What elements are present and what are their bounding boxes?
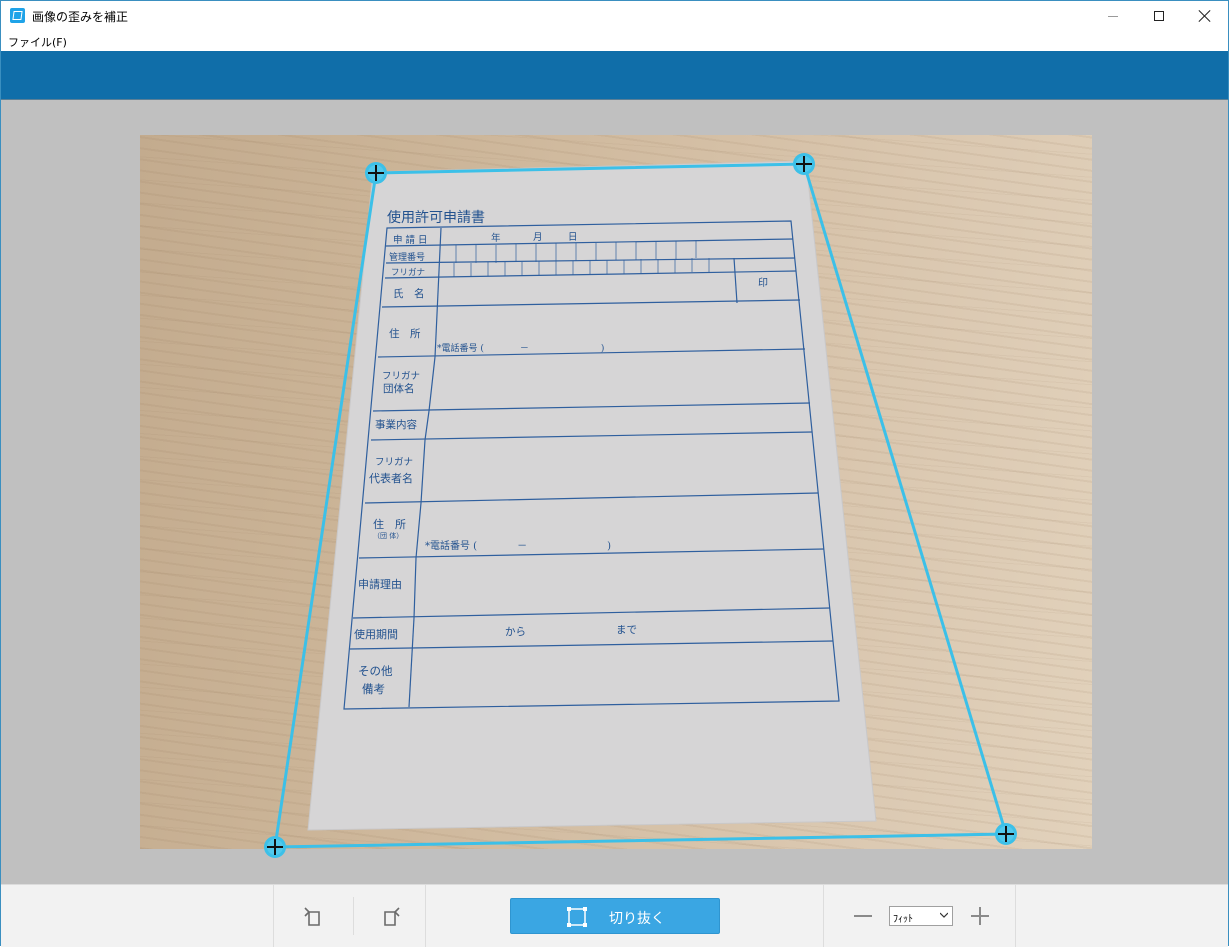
- maximize-button[interactable]: [1136, 1, 1182, 31]
- maximize-icon: [1154, 11, 1164, 21]
- title-bar: 画像の歪みを補正: [1, 1, 1228, 31]
- menu-bar: ファイル(F): [1, 31, 1228, 51]
- rotate-right-icon: [384, 907, 400, 926]
- rotate-left-icon: [304, 907, 320, 926]
- menu-file[interactable]: ファイル(F): [8, 34, 67, 50]
- minimize-icon: [1108, 15, 1118, 17]
- zoom-value: ﾌｨｯﾄ: [893, 914, 913, 925]
- zoom-out-button[interactable]: [852, 905, 874, 927]
- chevron-down-icon: [940, 912, 948, 918]
- zoom-in-button[interactable]: [969, 905, 991, 927]
- app-icon: [10, 8, 25, 23]
- crop-button[interactable]: 切り抜く: [510, 898, 720, 934]
- wood-texture: [140, 135, 1092, 849]
- toolbar-divider: [425, 885, 426, 947]
- zoom-select[interactable]: ﾌｨｯﾄ: [889, 906, 953, 926]
- rotate-right-button[interactable]: [377, 903, 405, 931]
- window-title: 画像の歪みを補正: [32, 10, 129, 24]
- close-icon: [1199, 10, 1211, 22]
- toolbar-divider: [273, 885, 274, 947]
- crop-button-label: 切り抜く: [609, 911, 665, 927]
- minimize-button[interactable]: [1090, 1, 1136, 31]
- crop-icon: [567, 907, 587, 927]
- bottom-toolbar: 切り抜く ﾌｨｯﾄ: [1, 884, 1228, 947]
- toolbar-divider: [353, 897, 354, 935]
- toolbar-divider: [823, 885, 824, 947]
- source-photo: [140, 135, 1092, 849]
- rotate-left-button[interactable]: [299, 903, 327, 931]
- toolbar-divider: [1015, 885, 1016, 947]
- close-button[interactable]: [1182, 1, 1228, 31]
- header-band: [1, 51, 1228, 100]
- app-window: 画像の歪みを補正 ファイル(F) 使用許可申請書 申 請 日 年 月 日 管理番…: [0, 0, 1229, 947]
